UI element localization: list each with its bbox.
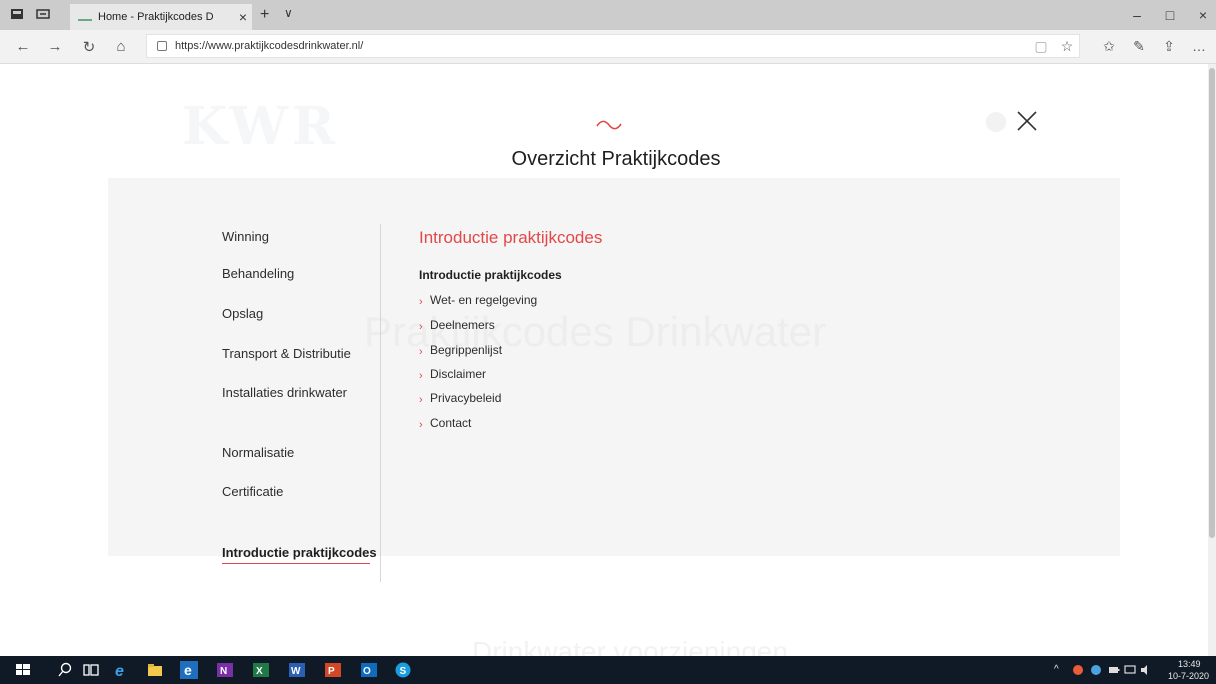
- background-footer-text: Drinkwater voorzieningen: [472, 636, 788, 656]
- taskbar-time[interactable]: 13:49: [1178, 659, 1201, 669]
- submenu-link-deelnemers[interactable]: › Deelnemers: [419, 318, 495, 333]
- site-favicon-icon: [78, 13, 92, 21]
- search-icon[interactable]: [986, 112, 1006, 132]
- submenu-link-label: Wet- en regelgeving: [430, 293, 538, 307]
- tab-dropdown-icon[interactable]: ∨: [284, 6, 293, 20]
- nav-item-opslag[interactable]: Opslag: [222, 306, 263, 321]
- notes-pen-icon[interactable]: ✎: [1128, 38, 1150, 55]
- chevron-right-icon: ›: [419, 394, 423, 406]
- chevron-right-icon: ›: [419, 321, 423, 333]
- tray-cloud-icon[interactable]: [1090, 664, 1102, 676]
- tab-close-icon[interactable]: ×: [234, 9, 252, 25]
- submenu-link-contact[interactable]: › Contact: [419, 416, 472, 431]
- submenu-link-label: Deelnemers: [430, 318, 495, 332]
- web-page: KWR Praktijkcodes Drinkwater Drinkwater …: [0, 64, 1208, 656]
- powerpoint-icon[interactable]: P: [324, 661, 342, 679]
- favorites-hub-icon[interactable]: ✩: [1098, 38, 1120, 55]
- nav-item-normalisatie[interactable]: Normalisatie: [222, 445, 294, 460]
- windows-taskbar: e e N X W P O S ^ 13:49 10-7-2020: [0, 656, 1216, 684]
- reading-view-icon[interactable]: ▢: [1030, 38, 1052, 55]
- onenote-icon[interactable]: N: [216, 661, 234, 679]
- excel-icon[interactable]: X: [252, 661, 270, 679]
- browser-tab-bar: Home - Praktijkcodes D × + ∨ – □ ×: [0, 0, 1216, 30]
- network-icon[interactable]: [1124, 664, 1136, 676]
- set-tabs-aside-icon[interactable]: [36, 8, 50, 20]
- nav-item-certificatie[interactable]: Certificatie: [222, 484, 283, 499]
- chevron-right-icon: ›: [419, 296, 423, 308]
- submenu-link-wet-en-regelgeving[interactable]: › Wet- en regelgeving: [419, 293, 538, 308]
- word-icon[interactable]: W: [288, 661, 306, 679]
- scrollbar-thumb[interactable]: [1209, 68, 1215, 538]
- chevron-right-icon: ›: [419, 346, 423, 358]
- section-heading: Introductie praktijkcodes: [419, 228, 603, 247]
- svg-text:W: W: [291, 666, 301, 677]
- lock-icon: [157, 41, 167, 51]
- submenu-link-label: Privacybeleid: [430, 391, 502, 405]
- background-kwr-logo: KWR: [182, 96, 339, 157]
- skype-icon[interactable]: S: [394, 661, 412, 679]
- windows-start-icon[interactable]: [14, 661, 32, 679]
- nav-item-introductie-praktijkcodes[interactable]: Introductie praktijkcodes: [222, 545, 377, 560]
- new-tab-button[interactable]: +: [260, 6, 269, 24]
- svg-text:O: O: [363, 666, 371, 677]
- submenu-link-label: Disclaimer: [430, 367, 487, 381]
- file-explorer-icon[interactable]: [146, 661, 164, 679]
- tray-expand-icon[interactable]: ^: [1054, 664, 1059, 675]
- outlook-icon[interactable]: O: [360, 661, 378, 679]
- wave-decoration-icon: [596, 120, 622, 130]
- task-view-icon[interactable]: [82, 661, 100, 679]
- search-icon[interactable]: [56, 661, 74, 679]
- taskbar-date[interactable]: 10-7-2020: [1168, 671, 1209, 681]
- svg-text:e: e: [115, 663, 124, 679]
- active-nav-underline: [222, 563, 370, 564]
- chevron-right-icon: ›: [419, 419, 423, 431]
- more-icon[interactable]: …: [1188, 38, 1210, 54]
- page-scrollbar[interactable]: [1208, 64, 1216, 656]
- battery-icon[interactable]: [1108, 664, 1120, 676]
- svg-text:N: N: [220, 666, 227, 677]
- window-close-button[interactable]: ×: [1188, 7, 1216, 23]
- tab-title: Home - Praktijkcodes D: [98, 11, 214, 23]
- internet-explorer-icon[interactable]: e: [112, 661, 130, 679]
- window-minimize-button[interactable]: –: [1122, 7, 1152, 23]
- window-maximize-button[interactable]: □: [1155, 7, 1185, 23]
- tab-actions-icon[interactable]: [10, 8, 24, 20]
- back-icon[interactable]: ←: [12, 38, 34, 55]
- svg-text:P: P: [328, 666, 335, 677]
- submenu-link-begrippenlijst[interactable]: › Begrippenlijst: [419, 343, 503, 358]
- tray-app-icon[interactable]: [1072, 664, 1084, 676]
- edge-browser-icon[interactable]: e: [180, 661, 198, 679]
- nav-item-winning[interactable]: Winning: [222, 229, 269, 244]
- address-bar[interactable]: https://www.praktijkcodesdrinkwater.nl/: [146, 34, 1080, 58]
- submenu-link-privacybeleid[interactable]: › Privacybeleid: [419, 391, 502, 406]
- svg-text:S: S: [400, 666, 407, 677]
- home-icon[interactable]: ⌂: [110, 38, 132, 55]
- submenu-link-label: Begrippenlijst: [430, 343, 503, 357]
- browser-tab-active[interactable]: Home - Praktijkcodes D ×: [70, 4, 252, 30]
- nav-item-behandeling[interactable]: Behandeling: [222, 266, 294, 281]
- volume-icon[interactable]: [1140, 664, 1152, 676]
- submenu-link-disclaimer[interactable]: › Disclaimer: [419, 367, 487, 382]
- svg-text:X: X: [256, 666, 263, 677]
- nav-item-transport-distributie[interactable]: Transport & Distributie: [222, 346, 351, 361]
- chevron-right-icon: ›: [419, 370, 423, 382]
- submenu-link-label: Contact: [430, 416, 472, 430]
- menu-divider: [380, 224, 381, 582]
- forward-icon[interactable]: →: [44, 38, 66, 55]
- share-icon[interactable]: ⇪: [1158, 38, 1180, 55]
- refresh-icon[interactable]: ↻: [78, 38, 100, 56]
- favorite-star-icon[interactable]: ☆: [1056, 38, 1078, 55]
- url-text: https://www.praktijkcodesdrinkwater.nl/: [175, 40, 364, 52]
- close-menu-icon[interactable]: [1016, 110, 1038, 132]
- svg-text:e: e: [184, 662, 192, 678]
- nav-item-installaties-drinkwater[interactable]: Installaties drinkwater: [222, 385, 347, 400]
- section-subheading-link[interactable]: Introductie praktijkcodes: [419, 268, 562, 282]
- browser-nav-bar: ← → ↻ ⌂ https://www.praktijkcodesdrinkwa…: [0, 30, 1216, 64]
- overlay-title: Overzicht Praktijkcodes: [511, 148, 721, 170]
